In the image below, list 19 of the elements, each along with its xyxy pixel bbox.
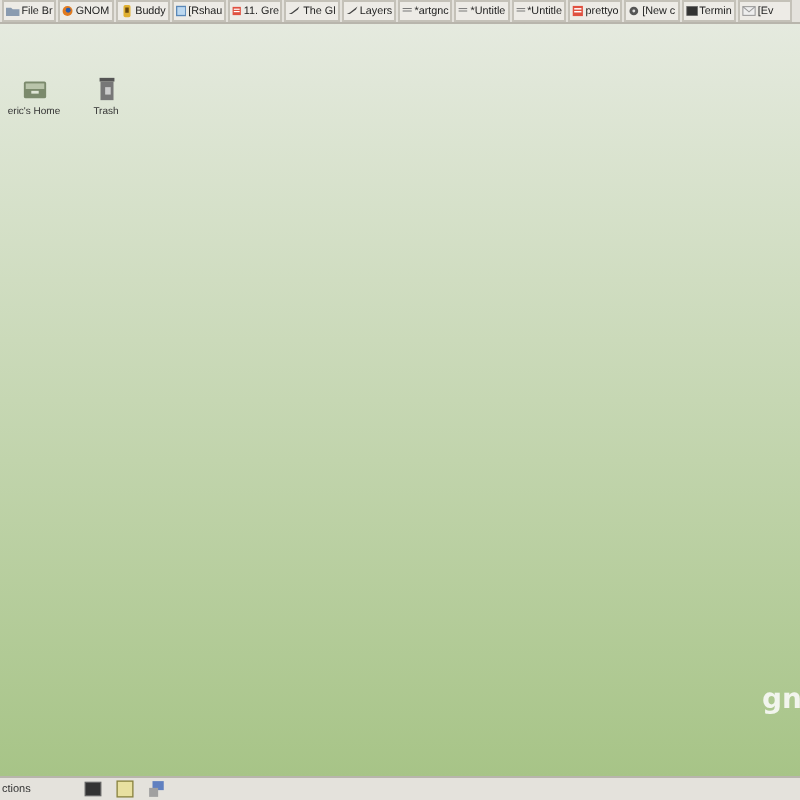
terminal-icon <box>685 4 698 18</box>
envelope-icon <box>741 4 756 18</box>
text-icon <box>515 4 526 18</box>
notepad-icon <box>115 780 133 798</box>
logo-text: gn <box>762 684 800 716</box>
drawer-icon <box>21 76 47 102</box>
brush-icon <box>345 4 358 18</box>
brush-icon <box>288 4 302 18</box>
chat-icon <box>119 4 134 18</box>
gear-icon <box>628 4 641 18</box>
computer-icon <box>147 780 165 798</box>
terminal-icon <box>83 780 101 798</box>
picture-icon <box>232 4 242 18</box>
text-icon <box>402 4 413 18</box>
picture-icon <box>571 4 584 18</box>
window-icon <box>175 4 187 18</box>
text-icon <box>458 4 469 18</box>
folder-icon <box>6 4 20 18</box>
globe-icon <box>62 4 74 18</box>
